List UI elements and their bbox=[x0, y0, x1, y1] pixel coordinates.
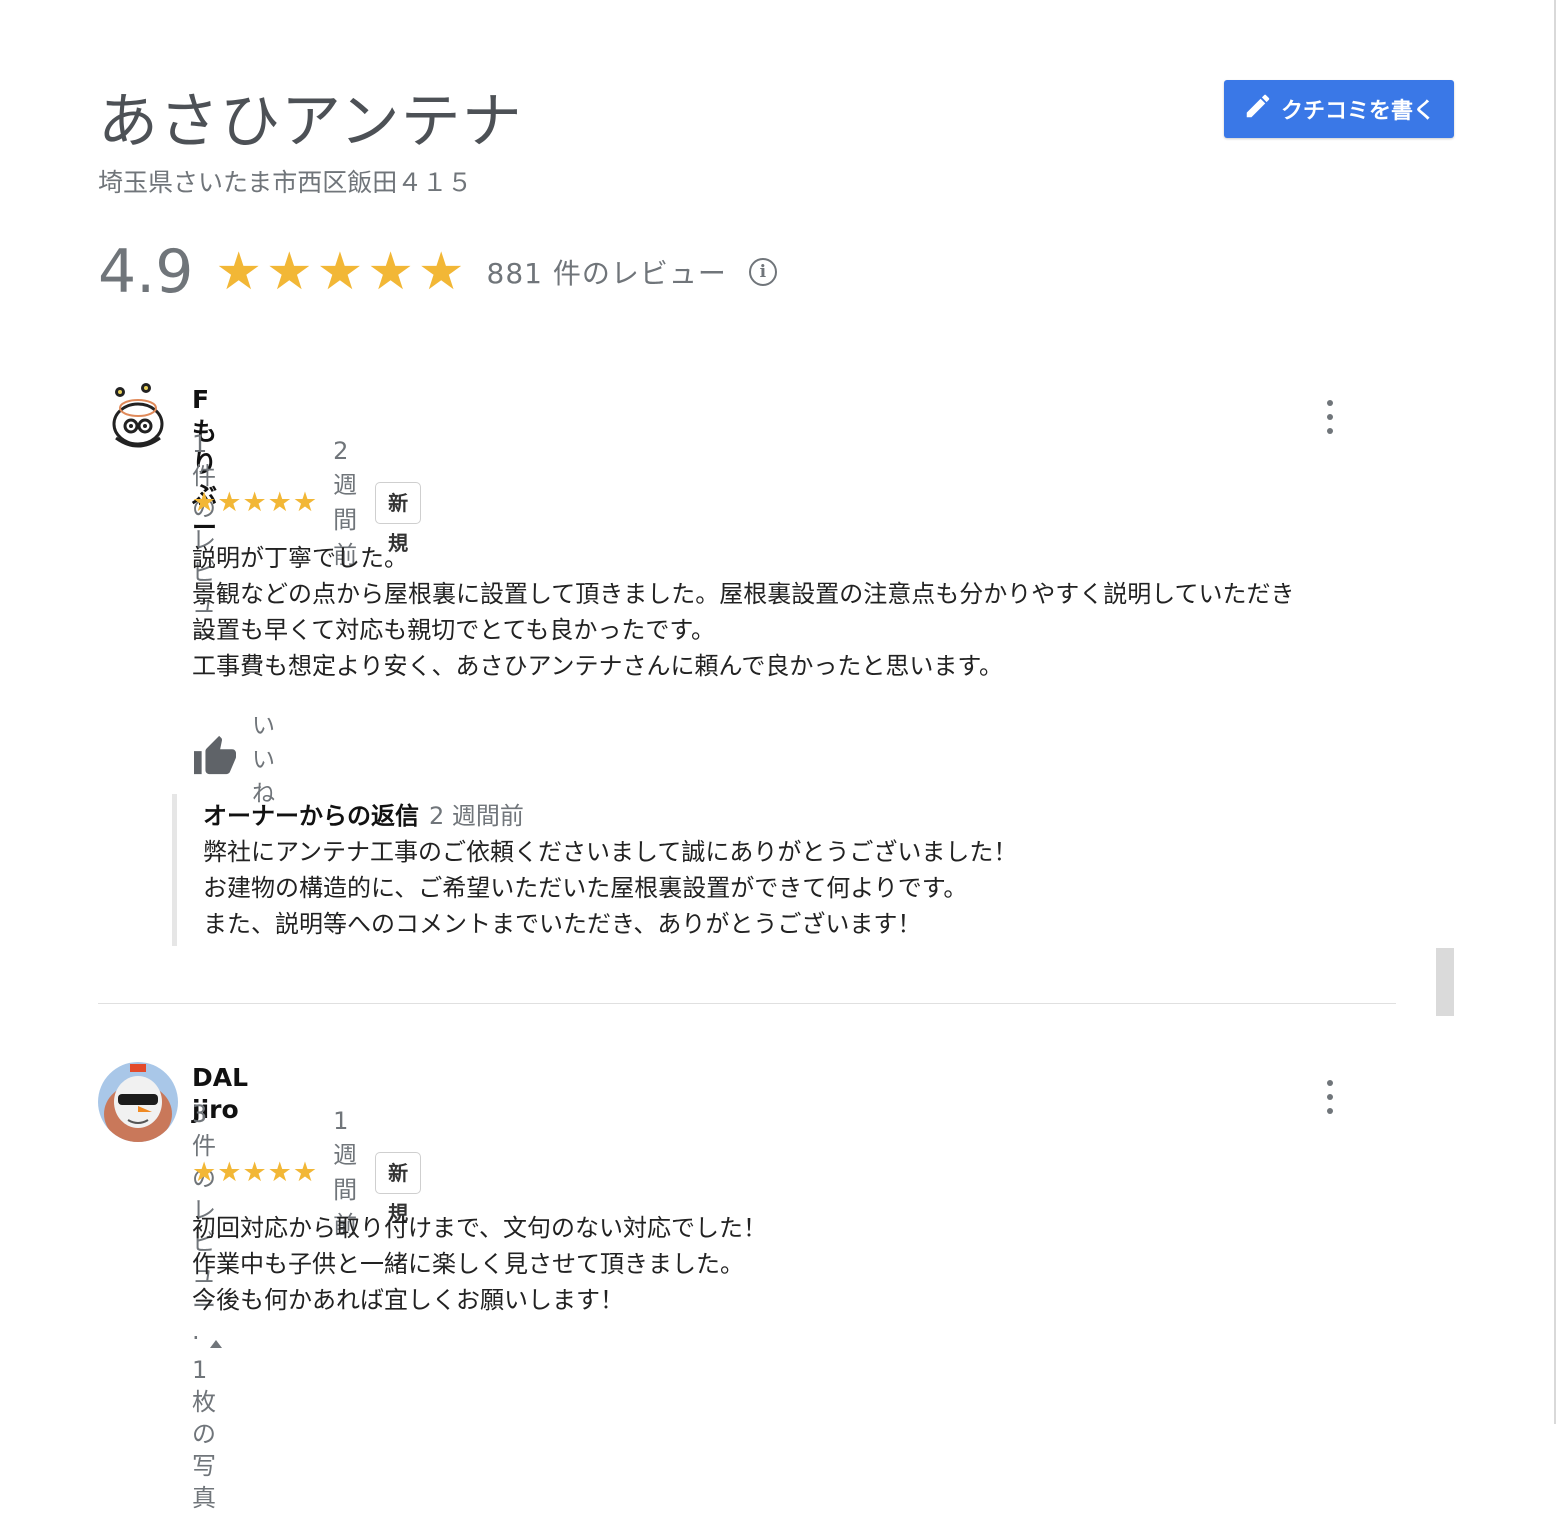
review-text-line: 景観などの点から屋根裏に設置して頂きました。屋根裏設置の注意点も分かりやすく説明… bbox=[192, 580, 1295, 608]
review-rating-line: ★ ★ ★ ★ ★ 1 週間前 新規 bbox=[192, 1107, 422, 1239]
review-text-line: 工事費も想定より安く、あさひアンテナさんに頼んで良かったと思います。 bbox=[192, 652, 1003, 680]
avatar[interactable] bbox=[98, 1062, 178, 1142]
review-text-line: 説明が丁寧でした。 bbox=[192, 544, 408, 572]
owner-reply-time: 2 週間前 bbox=[429, 802, 524, 830]
overall-rating: 4.9 ★ ★ ★ ★ ★ 881 件のレビュー i bbox=[98, 234, 777, 310]
owner-reply-text: 弊社にアンテナ工事のご依頼くださいまして誠にありがとうございました！ お建物の構… bbox=[203, 834, 1203, 942]
review-text-line: 今後も何かあれば宜しくお願いします！ bbox=[192, 1286, 624, 1314]
star-icon: ★ bbox=[292, 1157, 318, 1188]
overall-stars: ★ ★ ★ ★ ★ bbox=[215, 244, 464, 300]
review-text-line: 初回対応から取り付けまで、文句のない対応でした！ bbox=[192, 1214, 768, 1242]
like-button[interactable]: いいね bbox=[192, 706, 275, 808]
rating-value: 4.9 bbox=[98, 237, 194, 307]
pencil-icon bbox=[1243, 91, 1273, 127]
business-name: あさひアンテナ bbox=[98, 87, 523, 157]
write-review-label: クチコミを書く bbox=[1280, 99, 1435, 124]
review-text: 初回対応から取り付けまで、文句のない対応でした！ 作業中も子供と一緒に楽しく見さ… bbox=[192, 1210, 767, 1318]
business-header: あさひアンテナ 埼玉県さいたま市西区飯田４１５ bbox=[98, 84, 523, 200]
avatar[interactable] bbox=[98, 378, 178, 458]
star-icon: ★ bbox=[316, 242, 364, 302]
star-icon: ★ bbox=[266, 242, 313, 302]
owner-reply-line: また、説明等へのコメントまでいただき、ありがとうございます！ bbox=[203, 910, 922, 938]
star-icon: ★ bbox=[367, 242, 414, 302]
star-icon: ★ bbox=[267, 487, 292, 518]
business-address: 埼玉県さいたま市西区飯田４１５ bbox=[98, 168, 473, 197]
star-icon: ★ bbox=[192, 487, 217, 518]
review-count[interactable]: 881 件のレビュー bbox=[487, 252, 727, 292]
owner-reply-title: オーナーからの返信 bbox=[203, 802, 419, 830]
star-icon: ★ bbox=[242, 487, 267, 518]
window-edge bbox=[1554, 0, 1556, 1424]
thumbs-up-icon bbox=[192, 734, 238, 780]
owner-reply-header: オーナーからの返信 2 週間前 bbox=[203, 798, 1203, 834]
more-options-icon[interactable] bbox=[1320, 1080, 1340, 1114]
review-rating-line: ★ ★ ★ ★ ★ 2 週間前 新規 bbox=[192, 437, 422, 569]
review-stars: ★ ★ ★ ★ ★ bbox=[192, 488, 317, 518]
review-divider bbox=[98, 1003, 1396, 1004]
thumbs-up-icon[interactable] bbox=[210, 1340, 222, 1348]
review-stars: ★ ★ ★ ★ ★ bbox=[192, 1158, 317, 1188]
star-icon: ★ bbox=[292, 487, 318, 518]
info-icon[interactable]: i bbox=[748, 258, 777, 286]
star-icon: ★ bbox=[217, 487, 242, 518]
star-icon: ★ bbox=[192, 1157, 217, 1188]
star-icon: ★ bbox=[215, 242, 263, 302]
star-icon: ★ bbox=[267, 1157, 292, 1188]
review-text-line: 作業中も子供と一緒に楽しく見させて頂きました。 bbox=[192, 1250, 744, 1278]
review-text: 説明が丁寧でした。 景観などの点から屋根裏に設置して頂きました。屋根裏設置の注意… bbox=[192, 540, 1295, 684]
star-icon: ★ bbox=[417, 242, 465, 302]
more-options-icon[interactable] bbox=[1320, 400, 1340, 434]
new-badge: 新規 bbox=[375, 482, 422, 555]
owner-reply-line: お建物の構造的に、ご希望いただいた屋根裏設置ができて何よりです。 bbox=[203, 874, 968, 902]
star-icon: ★ bbox=[242, 1157, 267, 1188]
owner-reply-line: 弊社にアンテナ工事のご依頼くださいまして誠にありがとうございました！ bbox=[203, 838, 1018, 866]
new-badge: 新規 bbox=[375, 1152, 422, 1225]
like-label: いいね bbox=[252, 713, 275, 807]
owner-reply: オーナーからの返信 2 週間前 弊社にアンテナ工事のご依頼くださいまして誠にあり… bbox=[172, 794, 1203, 946]
review-text-line: 設置も早くて対応も親切でとても良かったです。 bbox=[192, 616, 715, 644]
write-review-button[interactable]: クチコミを書く bbox=[1224, 80, 1454, 138]
scrollbar-thumb[interactable] bbox=[1436, 948, 1454, 1016]
star-icon: ★ bbox=[217, 1157, 242, 1188]
